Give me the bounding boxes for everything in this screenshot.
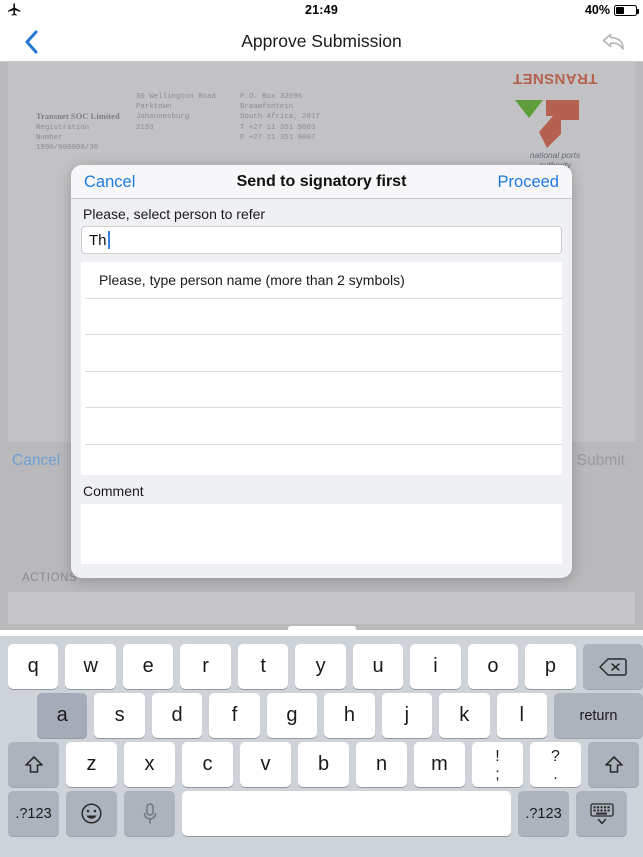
undo-arrow-icon xyxy=(602,33,624,50)
modal-proceed-button[interactable]: Proceed xyxy=(498,165,559,199)
key-a[interactable]: a xyxy=(37,693,88,738)
ios-screen: 21:49 40% Approve Submission Transnet SO… xyxy=(0,0,643,857)
backspace-key[interactable] xyxy=(582,644,643,689)
key-m[interactable]: m xyxy=(414,742,465,787)
select-person-label: Please, select person to refer xyxy=(83,206,266,222)
key-exclamation-semicolon[interactable]: ! ; xyxy=(472,742,523,787)
key-u[interactable]: u xyxy=(352,644,404,689)
name-input-wrapper: Th xyxy=(71,226,572,254)
hide-keyboard-key[interactable] xyxy=(576,791,627,836)
background-actions-header: ACTIONS xyxy=(22,572,78,584)
doc-street-address: 30 Wellington Road Parktown Johannesburg… xyxy=(136,93,216,132)
key-s[interactable]: s xyxy=(94,693,145,738)
list-item[interactable] xyxy=(85,372,562,408)
key-w[interactable]: w xyxy=(65,644,116,689)
list-item[interactable] xyxy=(85,408,562,445)
key-d[interactable]: d xyxy=(151,693,203,738)
key-g[interactable]: g xyxy=(266,693,318,738)
undo-button[interactable] xyxy=(597,27,631,57)
key-o[interactable]: o xyxy=(467,644,519,689)
doc-company-name: Transnet SOC Limited xyxy=(36,112,120,122)
transnet-logo: TRANSNET national ports authority xyxy=(495,70,615,170)
on-screen-keyboard: q w e r t y u i o p a s d f g h j k l re… xyxy=(0,636,643,857)
key-x[interactable]: x xyxy=(124,742,175,787)
status-battery-group: 40% xyxy=(584,0,639,20)
keyboard-row-2: a s d f g h j k l return xyxy=(0,693,643,738)
shift-arrow-icon xyxy=(24,755,43,773)
key-f[interactable]: f xyxy=(209,693,260,738)
space-key[interactable] xyxy=(182,791,511,836)
key-l[interactable]: l xyxy=(496,693,547,738)
shift-arrow-icon xyxy=(604,755,623,773)
page-title: Approve Submission xyxy=(241,30,402,51)
emoji-key[interactable] xyxy=(66,791,117,836)
key-question-period[interactable]: ? . xyxy=(530,742,581,787)
transnet-wordmark: TRANSNET xyxy=(512,70,598,87)
key-y[interactable]: y xyxy=(295,644,346,689)
shift-key-right[interactable] xyxy=(588,742,639,787)
key-k[interactable]: k xyxy=(439,693,490,738)
background-submit-button[interactable]: Submit xyxy=(577,452,625,470)
keyboard-row-3: z x c v b n m ! ; ? . xyxy=(0,742,643,787)
list-item[interactable] xyxy=(85,445,562,476)
key-i[interactable]: i xyxy=(410,644,461,689)
key-z[interactable]: z xyxy=(66,742,117,787)
numeric-key-right[interactable]: .?123 xyxy=(518,791,569,836)
send-to-signatory-modal: Cancel Send to signatory first Proceed P… xyxy=(71,165,572,578)
key-e[interactable]: e xyxy=(122,644,174,689)
key-p[interactable]: p xyxy=(525,644,576,689)
key-v[interactable]: v xyxy=(240,742,291,787)
key-c[interactable]: c xyxy=(182,742,233,787)
key-t[interactable]: t xyxy=(237,644,289,689)
key-semicolon-label: ; xyxy=(495,765,500,783)
person-results-list[interactable]: Please, type person name (more than 2 sy… xyxy=(81,262,562,475)
key-period-label: . xyxy=(553,765,558,783)
battery-icon xyxy=(614,4,639,16)
key-n[interactable]: n xyxy=(356,742,407,787)
battery-percent-label: 40% xyxy=(584,3,610,17)
doc-postal-address: P.O. Box 32696 Braamfontein South Africa… xyxy=(240,93,320,142)
transnet-logo-mark xyxy=(513,92,598,150)
list-item[interactable] xyxy=(85,335,562,372)
keyboard-row-4: .?123 .?123 xyxy=(0,791,643,836)
list-item[interactable]: Please, type person name (more than 2 sy… xyxy=(85,262,562,299)
key-question-label: ? xyxy=(551,747,560,765)
numeric-key-left[interactable]: .?123 xyxy=(8,791,59,836)
person-name-input[interactable]: Th xyxy=(81,226,562,254)
doc-registration: Registration Number 1990/000900/30 xyxy=(36,123,99,153)
status-time: 21:49 xyxy=(305,3,338,17)
list-item[interactable] xyxy=(85,299,562,335)
key-h[interactable]: h xyxy=(324,693,375,738)
doc-company-block: Transnet SOC Limited Registration Number … xyxy=(36,92,120,163)
microphone-icon xyxy=(143,802,156,824)
person-name-value: Th xyxy=(89,231,107,249)
background-actions-card xyxy=(8,592,635,624)
comment-label: Comment xyxy=(83,483,144,499)
key-exclamation-label: ! xyxy=(495,747,500,765)
key-b[interactable]: b xyxy=(298,742,349,787)
emoji-smiley-icon xyxy=(81,803,102,824)
keyboard-row-1: q w e r t y u i o p xyxy=(0,644,643,689)
dictation-key[interactable] xyxy=(124,791,175,836)
background-cancel-button[interactable]: Cancel xyxy=(12,452,60,470)
hide-keyboard-icon xyxy=(589,802,614,824)
backspace-icon xyxy=(599,657,627,676)
text-caret xyxy=(107,231,110,249)
status-bar: 21:49 40% xyxy=(0,0,643,20)
key-j[interactable]: j xyxy=(381,693,433,738)
key-r[interactable]: r xyxy=(180,644,231,689)
return-key[interactable]: return xyxy=(553,693,643,738)
comment-textarea[interactable] xyxy=(81,504,562,564)
shift-key-left[interactable] xyxy=(8,742,59,787)
key-q[interactable]: q xyxy=(8,644,59,689)
navigation-bar: Approve Submission xyxy=(0,20,643,62)
modal-header: Cancel Send to signatory first Proceed xyxy=(71,165,572,199)
home-indicator xyxy=(287,626,356,631)
